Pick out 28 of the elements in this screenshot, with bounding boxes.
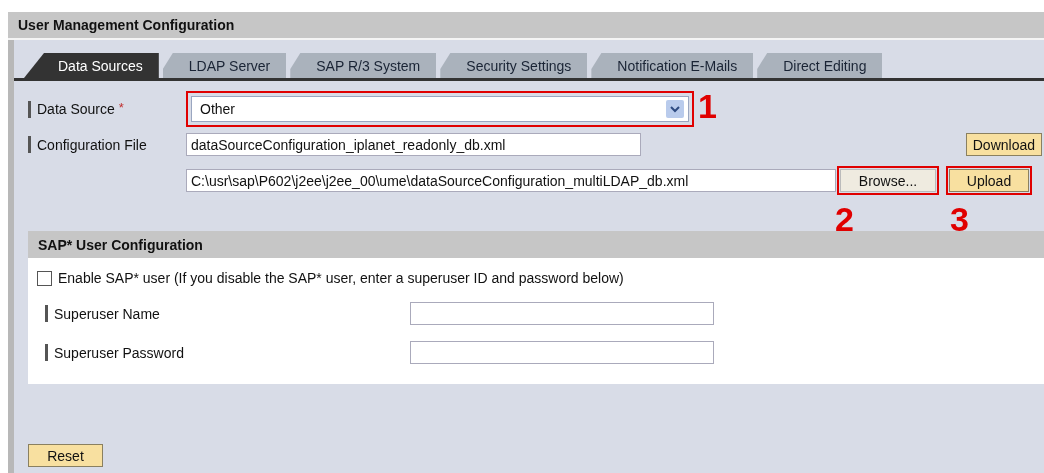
download-button[interactable]: Download <box>965 133 1042 156</box>
input-field[interactable] <box>410 341 714 364</box>
field-label: Configuration File <box>37 136 147 153</box>
field-label: Superuser Name <box>54 305 160 322</box>
data-source-dropdown[interactable]: Other <box>191 96 689 122</box>
required-mark: * <box>118 100 124 114</box>
field-label: Data Source <box>37 101 115 117</box>
callout-number: 2 <box>835 202 854 236</box>
tab[interactable]: Security Settings <box>440 53 588 78</box>
section-title: SAP* User Configuration <box>38 236 203 253</box>
field-label: Superuser Password <box>54 344 184 361</box>
reset-button[interactable]: Reset <box>28 444 103 467</box>
callout-number: 1 <box>698 89 717 123</box>
upload-button[interactable]: Upload <box>949 169 1029 192</box>
tab[interactable]: Data Sources <box>24 53 159 78</box>
chevron-down-icon <box>666 100 684 118</box>
tab[interactable]: SAP R/3 System <box>290 53 437 78</box>
input-field[interactable] <box>410 302 714 325</box>
tab[interactable]: Notification E-Mails <box>591 53 754 78</box>
configuration-file-field[interactable]: dataSourceConfiguration_iplanet_readonly_db.xml <box>186 133 641 156</box>
checkbox-label: Enable SAP* user (If you disable the SAP* user, enter a superuser ID and password below) <box>58 270 624 286</box>
tab[interactable]: Direct Editing <box>757 53 883 78</box>
file-path-field[interactable]: C:\usr\sap\P602\j2ee\j2ee_00\ume\dataSourceConfiguration_multiLDAP_db.xml <box>186 169 836 192</box>
callout-number: 3 <box>950 202 969 236</box>
tab[interactable]: LDAP Server <box>162 53 287 78</box>
checkbox[interactable] <box>37 270 52 286</box>
panel-title: User Management Configuration <box>18 17 235 33</box>
browse-button[interactable]: Browse... <box>840 169 936 192</box>
